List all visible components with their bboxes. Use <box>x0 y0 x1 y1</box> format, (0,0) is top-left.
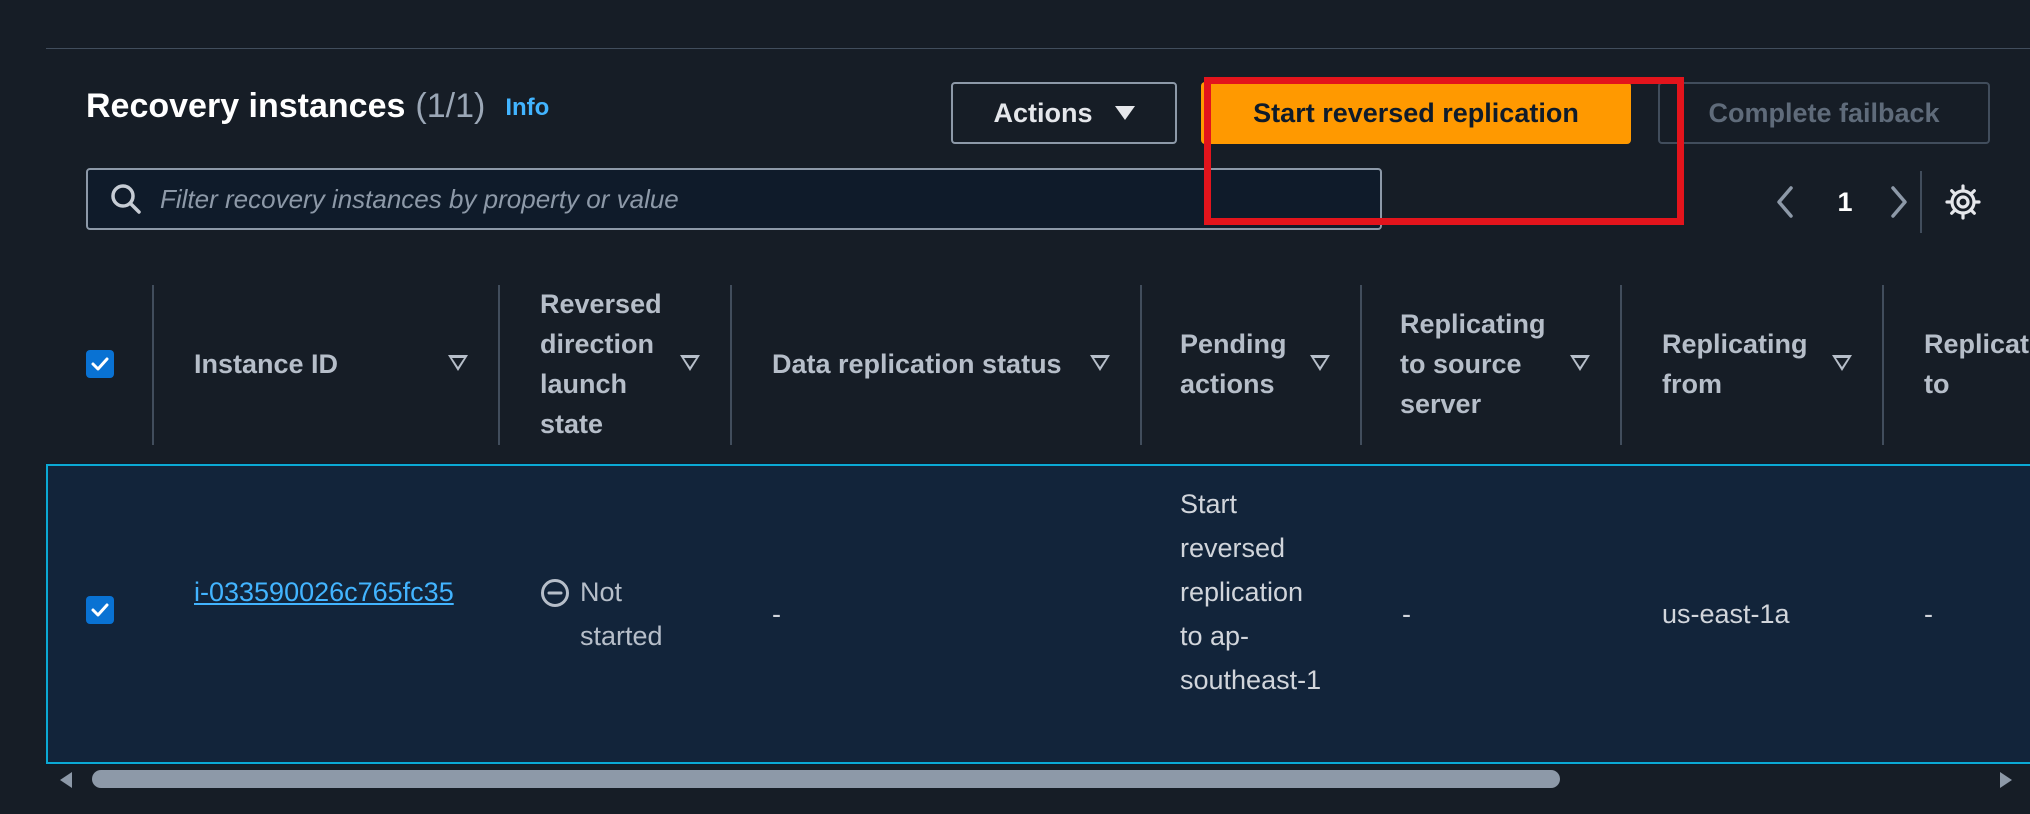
previous-page-button[interactable] <box>1762 177 1808 227</box>
replicating-to-cell: - <box>1924 599 1933 629</box>
complete-failback-label: Complete failback <box>1708 97 1940 128</box>
column-label: Data replication status <box>772 349 1062 379</box>
checkmark-icon <box>91 357 109 371</box>
column-label: Instance ID <box>194 349 339 379</box>
recovery-instances-panel: Recovery instances (1/1) Info Actions St… <box>46 48 2030 793</box>
info-link[interactable]: Info <box>505 94 549 122</box>
sort-icon[interactable] <box>1832 355 1852 371</box>
pending-actions-cell: Start reversed replication to ap-southea… <box>1180 489 1322 695</box>
sort-icon[interactable] <box>1310 355 1330 371</box>
scroll-right-arrow-icon[interactable] <box>2000 772 2012 788</box>
actions-dropdown-button[interactable]: Actions <box>951 82 1177 144</box>
column-label: Pending actions <box>1180 329 1287 399</box>
start-reversed-replication-label: Start reversed replication <box>1253 97 1579 128</box>
column-label: Replicat to <box>1924 329 2030 399</box>
instance-id-text[interactable]: i-033590026c765fc35 <box>194 577 454 607</box>
column-header-launch-state[interactable]: Reversed direction launch state <box>540 265 690 463</box>
column-separator <box>498 285 500 445</box>
scroll-left-arrow-icon[interactable] <box>60 772 72 788</box>
table-row[interactable]: i-033590026c765fc35 Not started - Start … <box>46 464 2030 764</box>
actions-label: Actions <box>993 97 1093 128</box>
search-placeholder: Filter recovery instances by property or… <box>160 183 679 214</box>
column-separator <box>1140 285 1142 445</box>
chevron-right-icon <box>1891 186 1907 218</box>
table-header: Instance ID Reversed direction launch st… <box>46 265 2030 463</box>
title-text: Recovery instances <box>86 87 406 125</box>
gear-icon[interactable] <box>1938 177 1988 227</box>
sort-icon[interactable] <box>680 355 700 371</box>
launch-state-cell: Not started <box>540 570 700 658</box>
replicating-to-source-cell: - <box>1402 599 1411 629</box>
page-number[interactable]: 1 <box>1824 177 1866 227</box>
search-input[interactable]: Filter recovery instances by property or… <box>86 168 1382 230</box>
title-count: (1/1) <box>415 87 486 125</box>
column-separator <box>1360 285 1362 445</box>
not-started-icon <box>540 577 570 621</box>
data-replication-status-cell: - <box>772 599 781 629</box>
page-title: Recovery instances (1/1) Info <box>86 87 549 126</box>
start-reversed-replication-button[interactable]: Start reversed replication <box>1201 82 1631 144</box>
column-header-replicating-to[interactable]: Replicat to <box>1924 265 2030 463</box>
complete-failback-button[interactable]: Complete failback <box>1658 82 1990 144</box>
column-label: Reversed direction launch state <box>540 289 662 439</box>
sort-icon[interactable] <box>1090 355 1110 371</box>
pager-divider <box>1920 171 1922 233</box>
column-label: Replicating to source server <box>1400 309 1546 419</box>
chevron-left-icon <box>1777 186 1793 218</box>
column-header-data-replication-status[interactable]: Data replication status <box>772 265 1112 463</box>
panel-header: Recovery instances (1/1) Info Actions St… <box>46 49 2030 266</box>
column-header-pending-actions[interactable]: Pending actions <box>1180 265 1320 463</box>
checkmark-icon <box>91 603 109 617</box>
column-header-replicating-from[interactable]: Replicating from <box>1662 265 1822 463</box>
horizontal-scrollbar[interactable] <box>46 765 2030 793</box>
column-separator <box>152 285 154 445</box>
column-header-instance-id[interactable]: Instance ID <box>194 265 484 463</box>
scrollbar-thumb[interactable] <box>92 770 1560 788</box>
sort-icon[interactable] <box>1570 355 1590 371</box>
instance-id-link[interactable]: i-033590026c765fc35 <box>194 570 474 614</box>
sort-icon[interactable] <box>448 355 468 371</box>
replicating-from-cell: us-east-1a <box>1662 599 1790 629</box>
next-page-button[interactable] <box>1876 177 1922 227</box>
launch-state-text: Not started <box>580 577 663 651</box>
column-separator <box>730 285 732 445</box>
column-header-replicating-to-source[interactable]: Replicating to source server <box>1400 265 1570 463</box>
select-all-checkbox[interactable] <box>86 350 114 378</box>
caret-down-icon <box>1114 106 1135 120</box>
column-separator <box>1882 285 1884 445</box>
column-label: Replicating from <box>1662 329 1808 399</box>
row-checkbox[interactable] <box>86 596 114 624</box>
search-icon <box>102 175 150 223</box>
column-separator <box>1620 285 1622 445</box>
